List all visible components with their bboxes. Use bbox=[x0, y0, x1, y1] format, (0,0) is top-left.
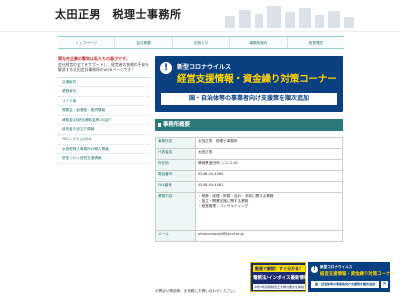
side-menu: 交通案内 業務案内 リンク集 開業会・創業塾・融資情報 補助金(持続化補助金等)… bbox=[58, 76, 150, 164]
ov-right-small: 新型コロナウイルス bbox=[320, 265, 353, 269]
table-row: 業務内容 ・税務・経理・財務・会計・決算に関する業務 ・独立・開業支援に関する業… bbox=[155, 192, 343, 231]
invoice-info-banner[interactable]: 動画で解説！すぐ分かる！ 電帳法/インボイス最新情報 令和5年度税制改正大綱の要… bbox=[250, 262, 309, 292]
table-row: 所在地 静岡県島田市○○1-3-16 bbox=[155, 159, 343, 171]
intro-text: 会社経営の全てをサポートし、経営者の皆様の不安を解消する太田会計事務所のWEBペ… bbox=[58, 61, 150, 73]
section-title: 事務所概要 bbox=[155, 119, 343, 131]
table-key: 所在地 bbox=[155, 159, 196, 171]
covid-support-banner[interactable]: ! 新型コロナウイルス 経営支援情報・資金繰り対策コーナー 国・自治体等の事業者… bbox=[155, 56, 343, 112]
table-key: 電話番号 bbox=[155, 170, 196, 182]
sidebar-item-subsidy[interactable]: 補助金(持続化補助金等)の紹介 bbox=[58, 116, 150, 126]
banner-strip: 国・自治体等の事業者向け支援策を順次追加 bbox=[161, 93, 337, 105]
nav-item-top[interactable]: トップページ bbox=[58, 37, 116, 48]
nav-item-office[interactable]: 事務所案内 bbox=[230, 37, 288, 48]
table-value: 太田正男 bbox=[195, 148, 343, 160]
table-row: 電話番号 0548-44-4060 bbox=[155, 170, 343, 182]
sidebar-item-recruit[interactable]: 太田税理士事務所の職人情報 bbox=[58, 145, 150, 155]
close-icon[interactable]: × bbox=[381, 281, 388, 288]
header-illustration-icon bbox=[225, 6, 354, 28]
main-content: ! 新型コロナウイルス 経営支援情報・資金繰り対策コーナー 国・自治体等の事業者… bbox=[155, 56, 343, 242]
table-value[interactable]: 0548-44-4060 bbox=[195, 170, 343, 182]
table-key: 代表者名 bbox=[155, 148, 196, 160]
table-value: 静岡県島田市○○1-3-16 bbox=[195, 159, 343, 171]
header: 太田正男 税理士事務所 bbox=[0, 0, 400, 32]
table-key: 事務所名 bbox=[155, 137, 196, 149]
footer-note: お問合せ電話等、お気軽にお問い合わせください。 bbox=[155, 289, 238, 293]
covid-support-floating-banner[interactable]: ! 新型コロナウイルス 経営支援情報・資金繰り対策コーナー 国・自治体等の事業者… bbox=[308, 262, 395, 292]
ov-left-bottom: 令和5年度税制改正大綱の要点を解説 bbox=[253, 284, 305, 290]
info-icon: ! bbox=[160, 62, 172, 74]
table-key: 業務内容 bbox=[155, 192, 196, 231]
sidebar-item-services[interactable]: 業務案内 bbox=[58, 87, 150, 97]
table-key: FAX番号 bbox=[155, 181, 196, 193]
table-row: FAX番号 0548-44-4061 bbox=[155, 181, 343, 193]
ov-right-title: 経営支援情報・資金繰り対策コーナー bbox=[320, 272, 395, 277]
table-row: 事務所名 太田正男 税理士事務所 bbox=[155, 137, 343, 149]
info-icon: ! bbox=[311, 266, 318, 273]
sidebar-item-tkc-qa[interactable]: TKCシステムQ&A bbox=[58, 135, 150, 145]
sidebar-intro: 関与先企業の繁栄は私たちの喜びです。 会社経営の全てをサポートし、経営者の皆様の… bbox=[58, 56, 150, 73]
office-info-table: 事務所名 太田正男 税理士事務所 代表者名 太田正男 所在地 静岡県島田市○○1… bbox=[155, 137, 343, 242]
email-link[interactable]: ohtanomasao@tkcnf.or.jp bbox=[195, 230, 343, 242]
banner-small-text: 新型コロナウイルス bbox=[177, 64, 232, 71]
nav-item-company[interactable]: 会社概要 bbox=[115, 37, 173, 48]
sidebar-item-links[interactable]: リンク集 bbox=[58, 97, 150, 107]
table-key: メール bbox=[155, 230, 196, 242]
ov-left-top: 動画で解説！すぐ分かる！ bbox=[253, 265, 305, 272]
sidebar: 関与先企業の繁栄は私たちの喜びです。 会社経営の全てをサポートし、経営者の皆様の… bbox=[58, 56, 150, 164]
sidebar-item-startup[interactable]: 開業会・創業塾・融資情報 bbox=[58, 106, 150, 116]
table-value-services: ・税務・経理・財務・会計・決算に関する業務 ・独立・開業支援に関する業務 ・経営… bbox=[195, 192, 343, 231]
ov-left-mid: 電帳法/インボイス最新情報 bbox=[253, 276, 309, 281]
site-logo[interactable]: 太田正男 税理士事務所 bbox=[55, 6, 182, 22]
sidebar-item-covid[interactable]: 新型コロナ経営支援情報 bbox=[58, 154, 150, 164]
table-value: 0548-44-4061 bbox=[195, 181, 343, 193]
ov-right-strip: 国・自治体等の事業者向け支援策を順次追加 bbox=[311, 281, 379, 288]
table-value: 太田正男 税理士事務所 bbox=[195, 137, 343, 149]
sidebar-item-access[interactable]: 交通案内 bbox=[58, 78, 150, 88]
nav-item-philosophy[interactable]: 経営理念 bbox=[288, 37, 344, 48]
sidebar-item-tips[interactable]: 経営者お役立ち情報 bbox=[58, 125, 150, 136]
global-nav: トップページ 会社概要 お知らせ 事務所案内 経営理念 bbox=[58, 36, 344, 49]
banner-title: 経営支援情報・資金繰り対策コーナー bbox=[177, 74, 337, 85]
nav-item-news[interactable]: お知らせ bbox=[173, 37, 231, 48]
table-row: メール ohtanomasao@tkcnf.or.jp bbox=[155, 230, 343, 242]
table-row: 代表者名 太田正男 bbox=[155, 148, 343, 160]
